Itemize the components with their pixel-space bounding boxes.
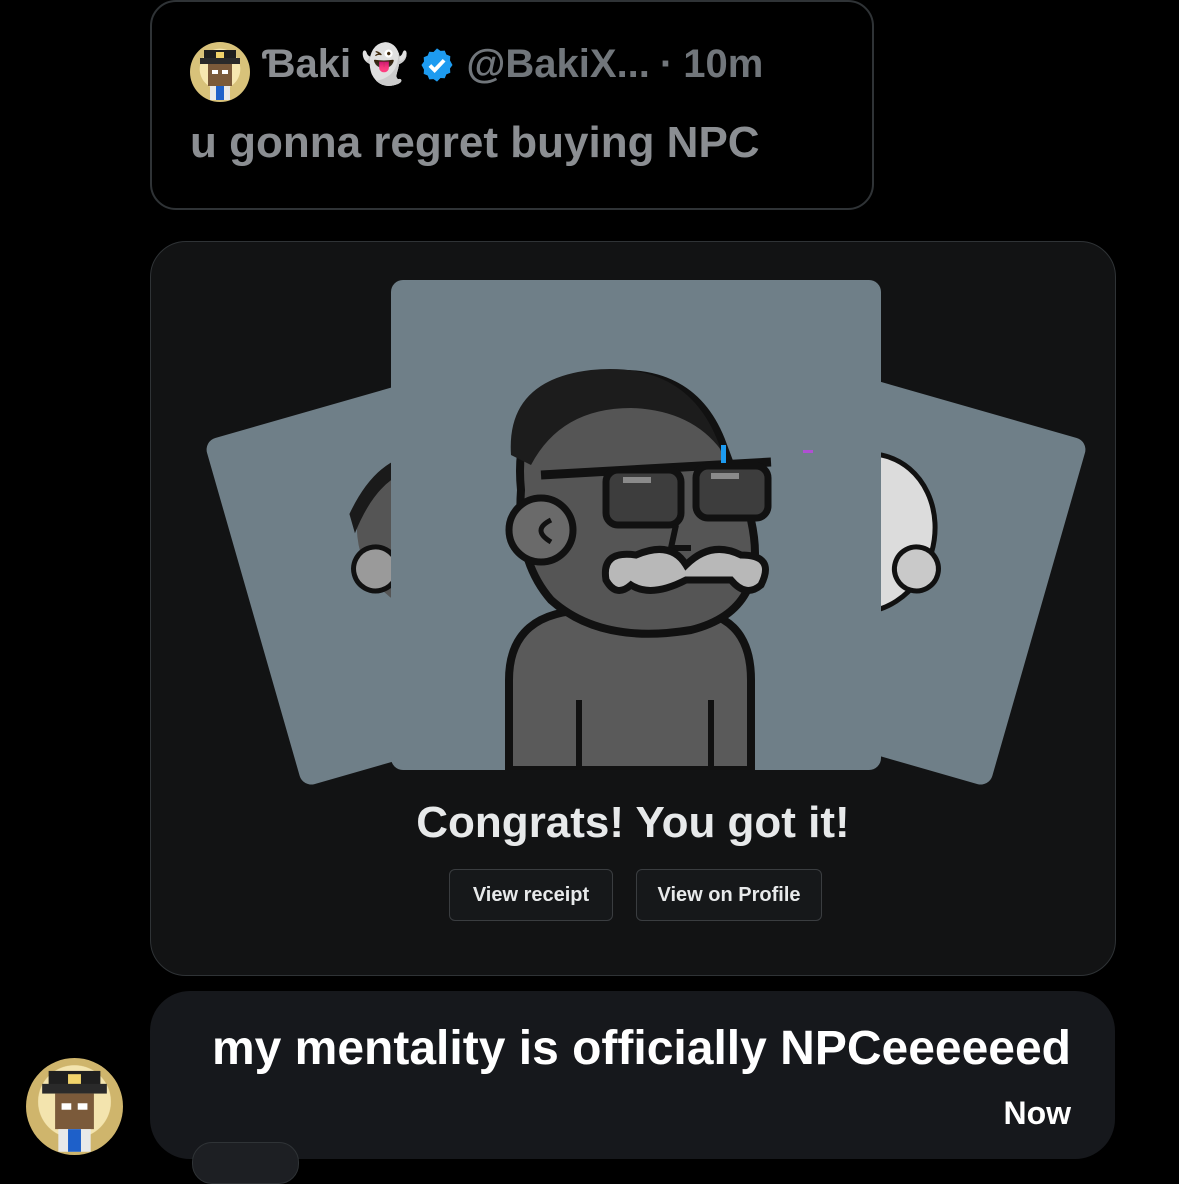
quoted-tweet-card[interactable]: Ɓaki 👻 @BakiX... · 10m u gonna regret bu…	[150, 0, 874, 210]
reaction-pill[interactable]	[192, 1142, 299, 1184]
message-time: Now	[1003, 1095, 1071, 1131]
purchase-confirmation-card: Congrats! You got it! View receipt View …	[150, 241, 1116, 976]
quoted-tweet-text: u gonna regret buying NPC	[190, 118, 760, 167]
tweet-time[interactable]: 10m	[683, 42, 763, 87]
separator-dot: ·	[659, 42, 674, 86]
npc-character-icon[interactable]	[391, 280, 881, 770]
view-on-profile-button[interactable]: View on Profile	[636, 869, 822, 921]
view-receipt-button[interactable]: View receipt	[449, 869, 613, 921]
message-bubble[interactable]: my mentality is officially NPCeeeeeed No…	[150, 991, 1115, 1159]
congrats-headline: Congrats! You got it!	[416, 798, 850, 847]
author-name[interactable]: Ɓaki	[262, 42, 351, 87]
author-handle[interactable]: @BakiX...	[466, 42, 650, 87]
ghost-emoji-icon: 👻	[361, 43, 409, 86]
pirate-ape-avatar-icon[interactable]	[26, 1058, 123, 1155]
pirate-ape-avatar-icon[interactable]	[190, 42, 250, 102]
message-text: my mentality is officially NPCeeeeeed	[211, 1022, 1071, 1075]
verified-badge-icon	[421, 47, 453, 82]
